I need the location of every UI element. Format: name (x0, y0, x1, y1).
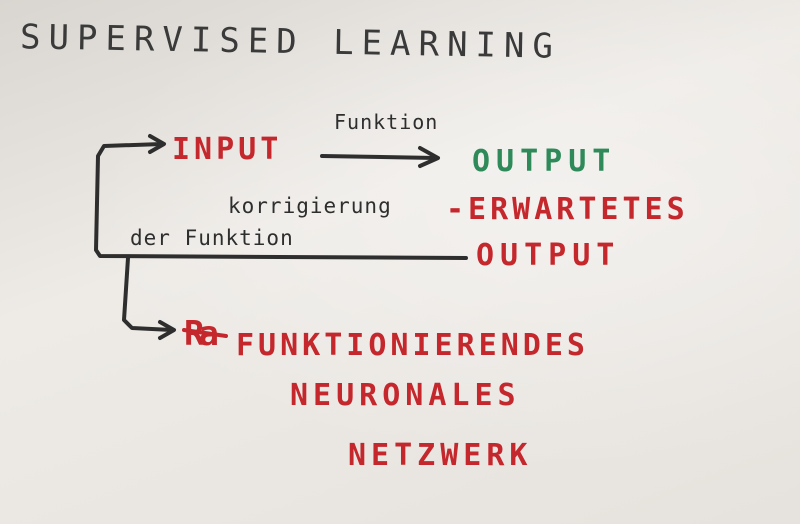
crossed-out-letters: Ra (184, 314, 219, 354)
output-label: OUTPUT (472, 144, 617, 179)
correction-label-line2: der Funktion (130, 226, 294, 250)
result-line2: NEURONALES (290, 378, 521, 413)
result-arrow (122, 256, 176, 340)
function-arrow (320, 146, 440, 168)
correction-label-line1: korrigierung (228, 194, 392, 218)
result-line1: FUNKTIONIERENDES (236, 328, 589, 363)
result-line3: NETZWERK (348, 438, 533, 473)
expected-output-line1: -ERWARTETES (446, 192, 689, 227)
input-label: INPUT (172, 132, 283, 167)
function-label: Funktion (334, 110, 439, 134)
expected-output-line2: OUTPUT (476, 238, 621, 273)
